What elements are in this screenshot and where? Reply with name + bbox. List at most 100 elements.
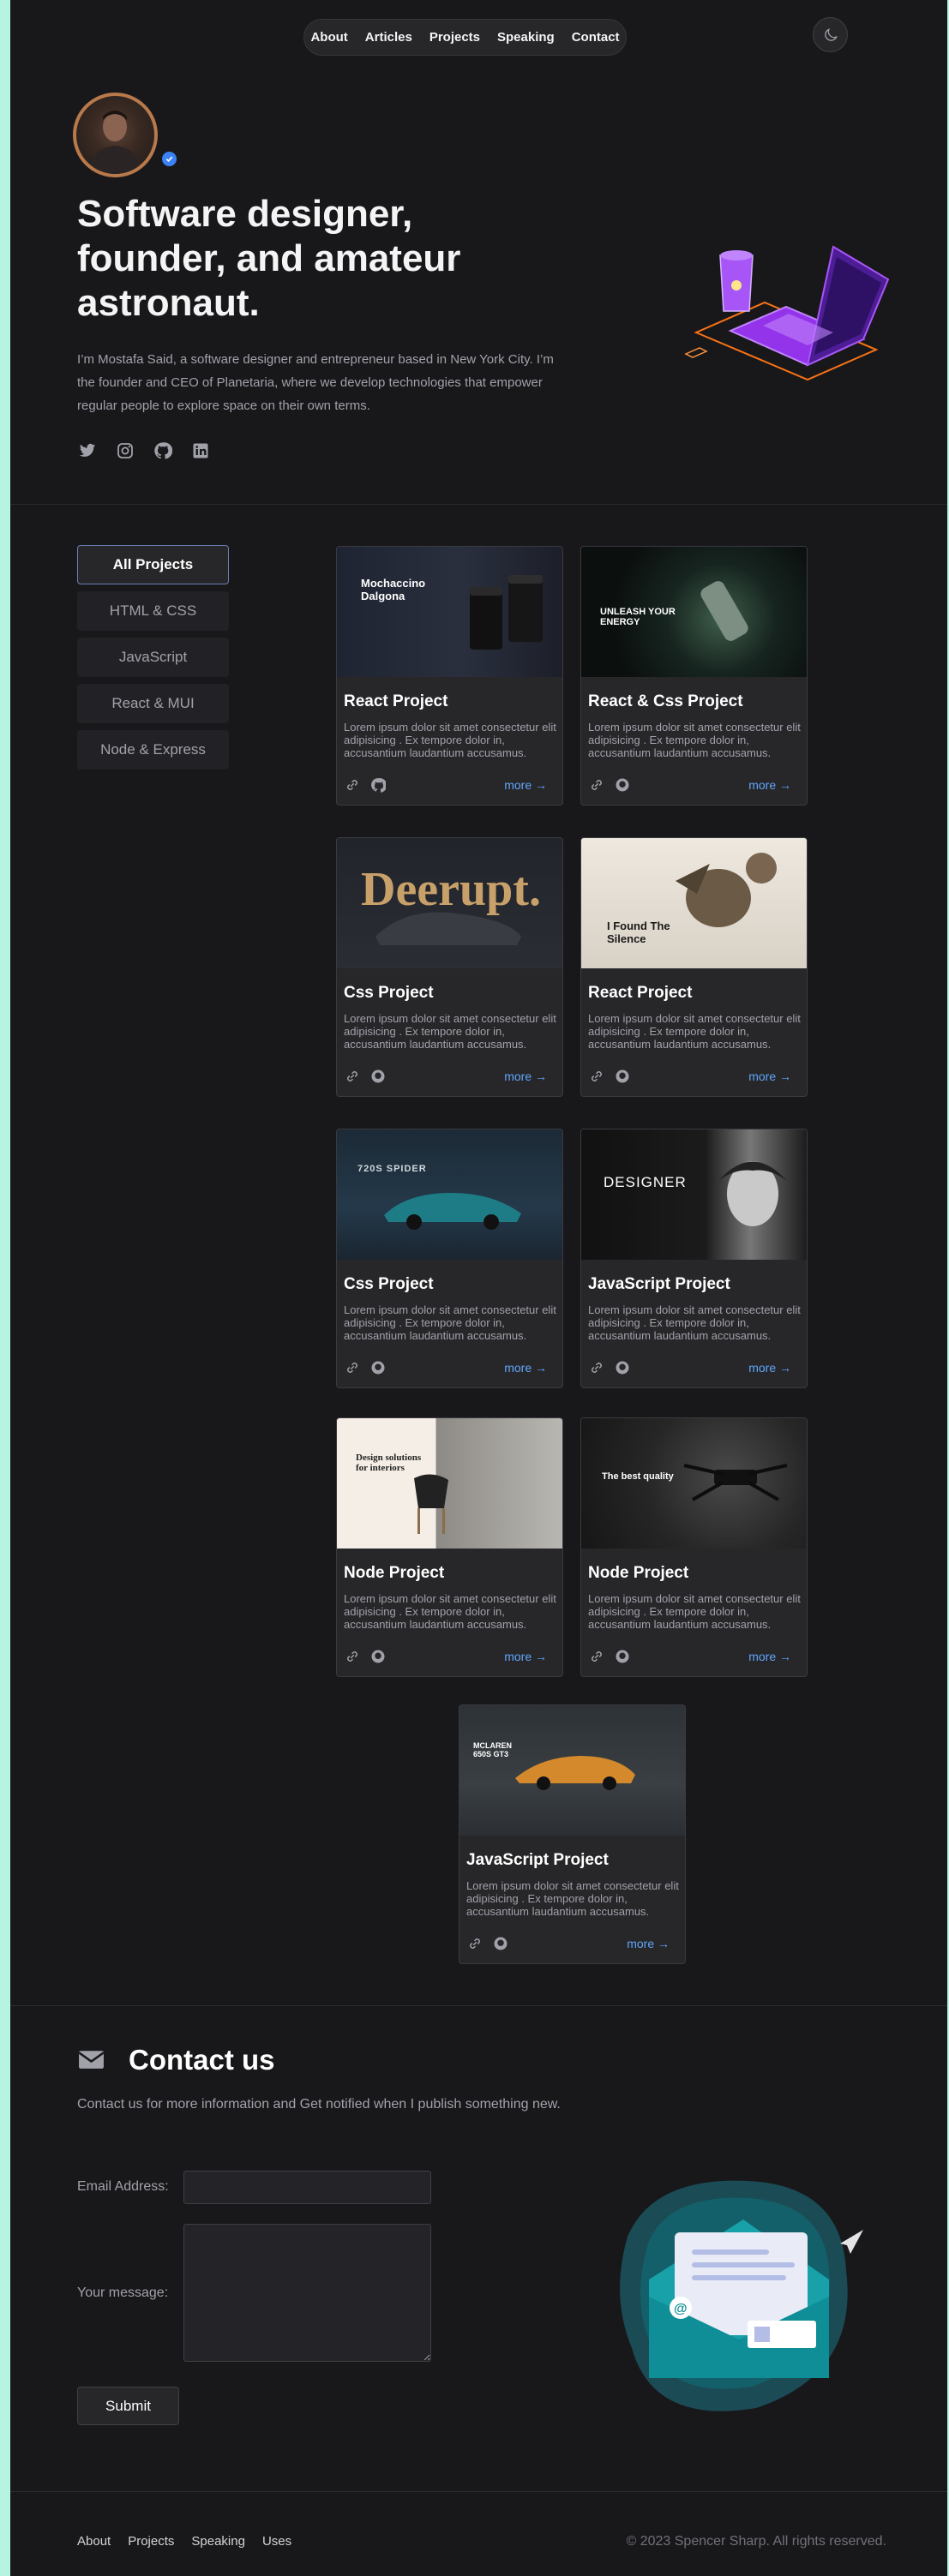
link-icon[interactable]: [588, 1068, 605, 1085]
more-label: more: [748, 1069, 777, 1083]
more-label: more: [748, 1650, 777, 1663]
project-thumbnail: 720S SPIDER: [337, 1129, 562, 1260]
project-description: Lorem ipsum dolor sit amet consectetur e…: [588, 1012, 801, 1051]
project-card: 720S SPIDER Css Project Lorem ipsum dolo…: [336, 1129, 563, 1388]
hero-intro: I’m Mostafa Said, a software designer an…: [77, 352, 554, 413]
nav-contact[interactable]: Contact: [572, 30, 620, 45]
section-divider: [10, 2491, 947, 2492]
contact-title: Contact us: [129, 2044, 275, 2076]
twitter-icon[interactable]: [77, 440, 98, 461]
project-card: Design solutions for interiors Node Proj…: [336, 1417, 563, 1677]
github-icon[interactable]: [369, 776, 387, 794]
filter-html-css[interactable]: HTML & CSS: [77, 591, 229, 631]
github-icon[interactable]: [369, 1648, 387, 1665]
project-thumbnail: MCLAREN 650S GT3: [459, 1705, 685, 1836]
more-link[interactable]: more →: [748, 778, 791, 792]
nav-about[interactable]: About: [310, 30, 347, 45]
arrow-right-icon: →: [535, 1650, 547, 1663]
more-link[interactable]: more →: [627, 1937, 670, 1950]
contact-subtitle: Contact us for more information and Get …: [77, 2097, 561, 2112]
message-field[interactable]: [183, 2224, 431, 2362]
top-nav: About Articles Projects Speaking Contact: [303, 19, 627, 56]
more-link[interactable]: more →: [748, 1650, 791, 1663]
project-thumbnail: I Found The Silence: [581, 838, 807, 968]
github-icon[interactable]: [614, 776, 631, 794]
svg-text:@: @: [674, 2302, 688, 2316]
project-title: Node Project: [344, 1564, 445, 1582]
laptop-illustration: [684, 245, 890, 381]
project-thumbnail: DESIGNER: [581, 1129, 807, 1260]
arrow-right-icon: →: [535, 1069, 547, 1083]
more-link[interactable]: more →: [748, 1361, 791, 1375]
link-icon[interactable]: [344, 1648, 361, 1665]
more-link[interactable]: more →: [748, 1069, 791, 1083]
arrow-right-icon: →: [779, 1361, 791, 1375]
link-icon[interactable]: [344, 1068, 361, 1085]
footer-nav: About Projects Speaking Uses: [77, 2534, 291, 2549]
nav-speaking[interactable]: Speaking: [497, 30, 555, 45]
thumbnail-text: 720S SPIDER: [357, 1164, 427, 1174]
section-divider: [10, 2005, 947, 2006]
more-link[interactable]: more →: [504, 1361, 547, 1375]
thumbnail-text: The best quality: [602, 1471, 674, 1482]
project-card: UNLEASH YOUR ENERGY React & Css Project …: [580, 546, 808, 806]
page: About Articles Projects Speaking Contact…: [10, 0, 947, 2576]
arrow-right-icon: →: [779, 1650, 791, 1663]
project-title: JavaScript Project: [466, 1851, 609, 1869]
email-field[interactable]: [183, 2171, 431, 2204]
more-label: more: [748, 778, 777, 792]
filter-all-projects[interactable]: All Projects: [77, 545, 229, 584]
link-icon[interactable]: [588, 1648, 605, 1665]
footer-link-about[interactable]: About: [77, 2534, 111, 2549]
github-icon[interactable]: [153, 440, 173, 461]
social-links: [77, 440, 211, 461]
project-thumbnail: Design solutions for interiors: [337, 1418, 562, 1549]
project-card: Deerupt. Css Project Lorem ipsum dolor s…: [336, 837, 563, 1097]
message-label: Your message:: [77, 2285, 169, 2300]
github-icon[interactable]: [614, 1068, 631, 1085]
project-thumbnail: Mochaccino Dalgona: [337, 547, 562, 677]
email-label: Email Address:: [77, 2179, 169, 2194]
filter-javascript[interactable]: JavaScript: [77, 638, 229, 677]
link-icon[interactable]: [344, 776, 361, 794]
arrow-right-icon: →: [658, 1937, 670, 1950]
project-thumbnail: UNLEASH YOUR ENERGY: [581, 547, 807, 677]
link-icon[interactable]: [588, 776, 605, 794]
arrow-right-icon: →: [535, 778, 547, 792]
github-icon[interactable]: [369, 1068, 387, 1085]
link-icon[interactable]: [466, 1935, 484, 1952]
github-icon[interactable]: [614, 1648, 631, 1665]
filter-node-express[interactable]: Node & Express: [77, 730, 229, 770]
project-description: Lorem ipsum dolor sit amet consectetur e…: [588, 1592, 801, 1631]
footer-link-projects[interactable]: Projects: [128, 2534, 174, 2549]
link-icon[interactable]: [344, 1359, 361, 1376]
project-description: Lorem ipsum dolor sit amet consectetur e…: [344, 1592, 556, 1631]
instagram-icon[interactable]: [115, 440, 135, 461]
github-icon[interactable]: [492, 1935, 509, 1952]
project-description: Lorem ipsum dolor sit amet consectetur e…: [344, 721, 556, 759]
nav-projects[interactable]: Projects: [429, 30, 480, 45]
nav-articles[interactable]: Articles: [365, 30, 412, 45]
more-label: more: [504, 778, 532, 792]
github-icon[interactable]: [614, 1359, 631, 1376]
footer-link-uses[interactable]: Uses: [262, 2534, 291, 2549]
project-title: JavaScript Project: [588, 1275, 730, 1293]
submit-button[interactable]: Submit: [77, 2387, 179, 2425]
filter-react-mui[interactable]: React & MUI: [77, 684, 229, 723]
hero-title: Software designer, founder, and amateur …: [77, 193, 461, 324]
linkedin-icon[interactable]: [190, 440, 211, 461]
more-link[interactable]: more →: [504, 1650, 547, 1663]
project-card: MCLAREN 650S GT3 JavaScript Project Lore…: [459, 1704, 686, 1964]
github-icon[interactable]: [369, 1359, 387, 1376]
link-icon[interactable]: [588, 1359, 605, 1376]
more-label: more: [504, 1069, 532, 1083]
more-link[interactable]: more →: [504, 778, 547, 792]
footer-link-speaking[interactable]: Speaking: [191, 2534, 245, 2549]
more-label: more: [627, 1937, 655, 1950]
verified-badge-icon: [162, 152, 177, 166]
theme-toggle-button[interactable]: [813, 17, 848, 52]
more-link[interactable]: more →: [504, 1069, 547, 1083]
copyright: © 2023 Spencer Sharp. All rights reserve…: [626, 2534, 886, 2549]
project-title: React Project: [344, 692, 448, 710]
project-thumbnail: Deerupt.: [337, 838, 562, 968]
